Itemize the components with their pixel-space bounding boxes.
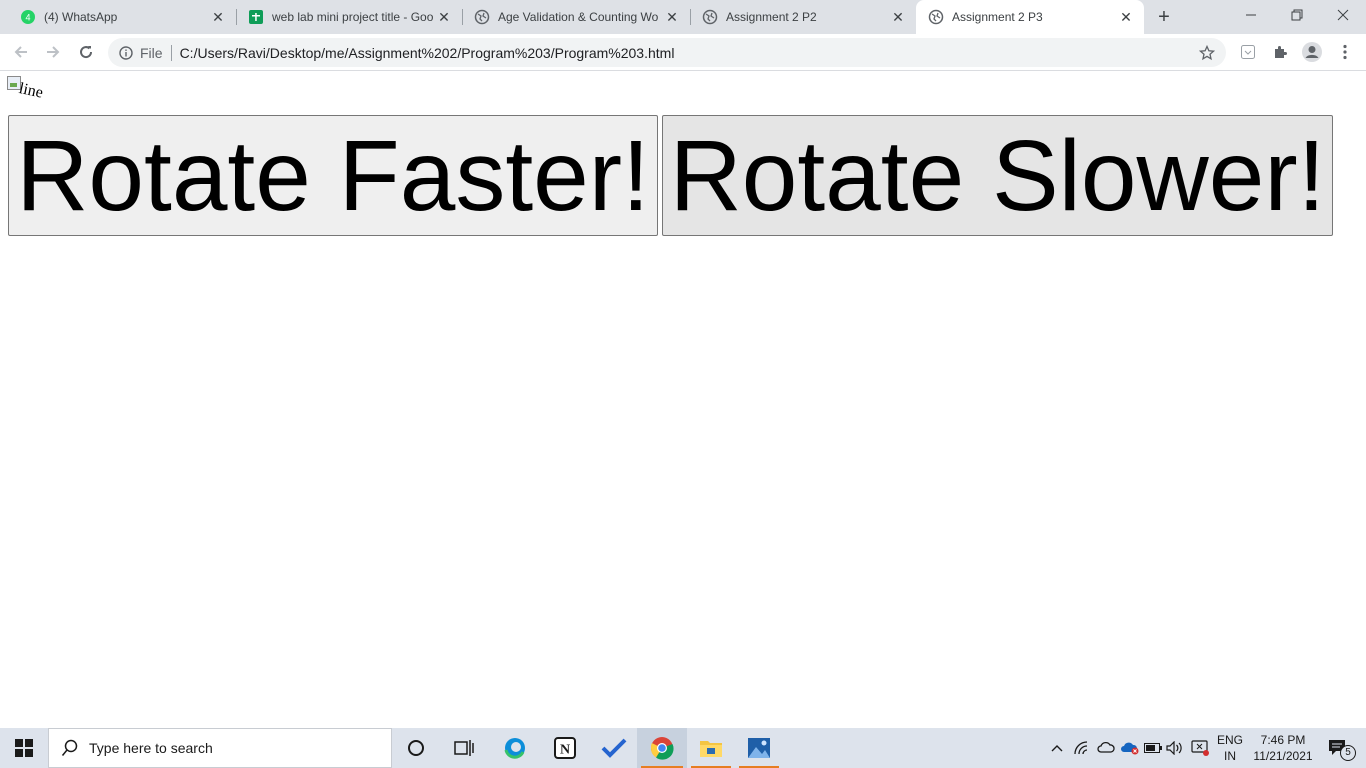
photos-app-button[interactable] <box>735 728 783 768</box>
wifi-icon <box>1074 741 1088 755</box>
close-window-button[interactable] <box>1320 0 1366 30</box>
region-code: IN <box>1224 749 1236 763</box>
forward-arrow-icon <box>47 46 60 58</box>
restore-button[interactable] <box>1274 0 1320 30</box>
cortana-button[interactable] <box>392 728 440 768</box>
menu-kebab-icon[interactable] <box>1333 40 1357 64</box>
tab-strip: 4 (4) WhatsApp ✕ web lab mini project ti… <box>0 0 1366 34</box>
photos-icon <box>748 738 770 758</box>
search-icon <box>61 739 79 757</box>
speaker-icon <box>1166 741 1182 755</box>
close-icon[interactable]: ✕ <box>436 9 452 25</box>
meet-now-tray-button[interactable] <box>1188 728 1212 768</box>
volume-tray-button[interactable] <box>1164 728 1186 768</box>
clock-time: 7:46 PM <box>1260 733 1306 747</box>
tab-title: Assignment 2 P3 <box>952 10 1043 24</box>
edge-icon <box>504 738 525 759</box>
tab-whatsapp[interactable]: 4 (4) WhatsApp ✕ <box>0 0 236 34</box>
image-alt-text: line <box>17 80 45 102</box>
tab-title: Age Validation & Counting Wo <box>498 10 659 24</box>
battery-icon <box>1144 743 1162 753</box>
back-arrow-icon <box>14 46 27 58</box>
url-text[interactable]: C:/Users/Ravi/Desktop/me/Assignment%202/… <box>180 45 675 61</box>
globe-icon <box>474 9 490 25</box>
search-placeholder: Type here to search <box>89 740 213 756</box>
notifications-icon: 5 <box>1328 739 1356 761</box>
onedrive-error-icon <box>1121 742 1139 755</box>
back-button[interactable] <box>7 38 35 66</box>
todo-app-button[interactable] <box>590 728 638 768</box>
onedrive-error-tray-button[interactable] <box>1118 728 1142 768</box>
chrome-icon <box>650 737 674 760</box>
clock-button[interactable]: 7:46 PM 11/21/2021 <box>1248 728 1318 768</box>
tab-web-lab[interactable]: web lab mini project title - Goo ✕ <box>236 0 462 34</box>
url-scheme-label: File <box>140 44 163 61</box>
rotate-faster-button[interactable]: Rotate Faster! <box>8 115 658 236</box>
language-code: ENG <box>1216 733 1243 747</box>
task-view-button[interactable] <box>440 728 488 768</box>
divider <box>170 44 172 61</box>
info-icon[interactable] <box>118 45 134 61</box>
close-icon[interactable]: ✕ <box>1118 9 1134 25</box>
extensions-puzzle-icon[interactable] <box>1268 40 1292 64</box>
google-sheets-icon <box>248 9 264 25</box>
forward-button[interactable] <box>39 38 67 66</box>
browser-toolbar: File C:/Users/Ravi/Desktop/me/Assignment… <box>0 34 1366 71</box>
notion-icon: N <box>554 737 576 759</box>
reload-button[interactable] <box>72 38 100 66</box>
tab-title: Assignment 2 P2 <box>726 10 817 24</box>
close-icon[interactable]: ✕ <box>664 9 680 25</box>
whatsapp-icon: 4 <box>20 9 36 25</box>
network-tray-button[interactable] <box>1070 728 1094 768</box>
input-language-button[interactable]: ENG IN <box>1213 728 1247 768</box>
tab-title: web lab mini project title - Goo <box>272 10 434 24</box>
tab-title: (4) WhatsApp <box>44 10 118 24</box>
action-center-button[interactable]: 5 <box>1320 728 1356 768</box>
chevron-up-icon <box>1051 745 1063 752</box>
screen-alert-icon <box>1191 740 1209 756</box>
new-tab-button[interactable]: + <box>1152 5 1176 29</box>
windows-taskbar: Type here to search N ENG IN 7:46 PM 11/… <box>0 728 1366 768</box>
taskbar-search-box[interactable]: Type here to search <box>48 728 392 768</box>
notion-app-button[interactable]: N <box>540 728 590 768</box>
battery-tray-button[interactable] <box>1142 728 1164 768</box>
clock-date: 11/21/2021 <box>1253 749 1313 763</box>
notification-count-badge: 5 <box>1340 745 1356 761</box>
svg-text:N: N <box>560 743 570 758</box>
cortana-circle-icon <box>408 740 424 756</box>
extension-icon[interactable] <box>1236 40 1260 64</box>
start-button[interactable] <box>0 728 48 768</box>
minimize-button[interactable] <box>1228 0 1274 30</box>
close-icon[interactable]: ✕ <box>890 9 906 25</box>
file-explorer-button[interactable] <box>687 728 735 768</box>
globe-icon <box>928 9 944 25</box>
folder-icon <box>700 741 722 757</box>
reload-icon <box>80 46 93 59</box>
rotate-slower-button[interactable]: Rotate Slower! <box>662 115 1333 236</box>
tab-assignment-p2[interactable]: Assignment 2 P2 ✕ <box>690 0 916 34</box>
page-content: line Rotate Faster! Rotate Slower! <box>0 72 1366 728</box>
show-hidden-icons-button[interactable] <box>1046 728 1068 768</box>
broken-image: line <box>7 76 45 102</box>
todo-check-icon <box>601 738 627 758</box>
svg-text:4: 4 <box>25 13 30 23</box>
cloud-sync-icon <box>1097 741 1115 753</box>
task-view-icon <box>454 740 474 756</box>
edge-app-button[interactable] <box>490 728 540 768</box>
bookmark-star-icon[interactable] <box>1198 44 1216 62</box>
tab-age-validation[interactable]: Age Validation & Counting Wo ✕ <box>462 0 690 34</box>
address-bar[interactable]: File C:/Users/Ravi/Desktop/me/Assignment… <box>108 38 1226 67</box>
tab-assignment-p3[interactable]: Assignment 2 P3 ✕ <box>916 0 1144 34</box>
chrome-app-button[interactable] <box>637 728 687 768</box>
profile-avatar-icon[interactable] <box>1300 40 1324 64</box>
close-icon[interactable]: ✕ <box>210 9 226 25</box>
globe-icon <box>702 9 718 25</box>
onedrive-sync-tray-button[interactable] <box>1094 728 1118 768</box>
windows-logo-icon <box>15 739 33 757</box>
